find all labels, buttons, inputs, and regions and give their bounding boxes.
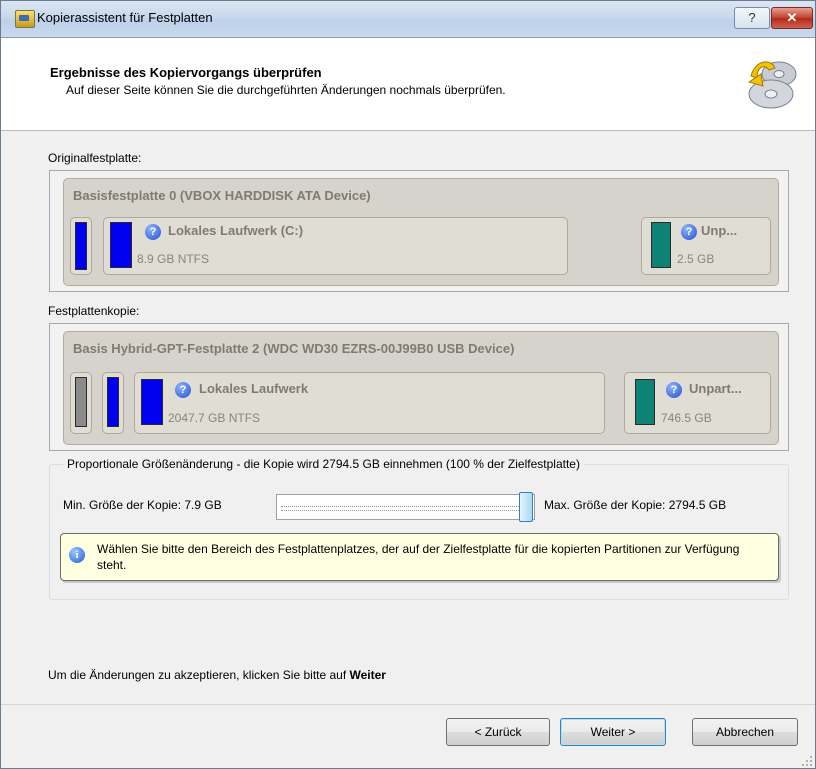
original-disk-label: Originalfestplatte: (48, 151, 142, 165)
window-title: Kopierassistent für Festplatten (37, 10, 213, 25)
partition-name: Unpart... (689, 381, 742, 396)
help-icon: ? (666, 382, 682, 398)
partition-color-swatch (635, 379, 655, 425)
title-bar[interactable]: Kopierassistent für Festplatten ? ✕ (1, 1, 815, 38)
partition-color-swatch (651, 222, 671, 268)
min-size-label: Min. Größe der Kopie: 7.9 GB (63, 498, 222, 512)
next-button[interactable]: Weiter > (560, 718, 666, 746)
close-button[interactable]: ✕ (771, 7, 813, 29)
accept-instruction: Um die Änderungen zu akzeptieren, klicke… (48, 668, 386, 682)
partition-name: Lokales Laufwerk (199, 381, 309, 396)
original-disk-map[interactable]: Basisfestplatte 0 (VBOX HARDDISK ATA Dev… (63, 178, 779, 286)
copy-disk-panel: Basis Hybrid-GPT-Festplatte 2 (WDC WD30 … (49, 323, 789, 451)
info-box: i Wählen Sie bitte den Bereich des Festp… (60, 533, 779, 581)
copy-disk-label: Festplattenkopie: (48, 304, 140, 318)
accept-bold-word: Weiter (349, 668, 386, 682)
size-slider-thumb[interactable] (519, 492, 533, 522)
partition-name: Unp... (701, 223, 738, 238)
original-partition-c[interactable]: ? Lokales Laufwerk (C:) 8.9 GB NTFS (103, 217, 568, 275)
partition-size: 2047.7 GB NTFS (168, 411, 261, 425)
partition-color-swatch (141, 379, 163, 425)
original-partition-unallocated[interactable]: ? Unp... 2.5 GB (641, 217, 771, 275)
help-icon: ? (175, 382, 191, 398)
disk-copy-icon (747, 61, 797, 109)
copy-partition-small[interactable] (102, 372, 124, 434)
partition-color-swatch (110, 222, 132, 268)
help-icon: ? (681, 224, 697, 240)
resize-group-label: Proportionale Größenänderung - die Kopie… (63, 457, 584, 471)
back-button[interactable]: < Zurück (446, 718, 550, 746)
partition-name: Lokales Laufwerk (C:) (168, 223, 304, 238)
cancel-button[interactable]: Abbrechen (692, 718, 798, 746)
back-button-label: < Zurück (474, 725, 522, 739)
partition-color-swatch (75, 222, 87, 270)
next-button-label: Weiter > (590, 725, 636, 739)
partition-size: 746.5 GB (661, 411, 712, 425)
wizard-window: Kopierassistent für Festplatten ? ✕ Erge… (0, 0, 816, 769)
partition-color-swatch (75, 377, 87, 427)
partition-size: 8.9 GB NTFS (137, 252, 210, 266)
wizard-header: Ergebnisse des Kopiervorgangs überprüfen… (1, 38, 815, 131)
partition-color-swatch (107, 377, 119, 427)
footer-divider (1, 704, 815, 705)
size-slider-track[interactable] (276, 494, 535, 520)
original-disk-panel: Basisfestplatte 0 (VBOX HARDDISK ATA Dev… (49, 170, 789, 292)
copy-partition-local[interactable]: ? Lokales Laufwerk 2047.7 GB NTFS (134, 372, 605, 434)
copy-partition-reserved[interactable] (70, 372, 92, 434)
max-size-label: Max. Größe der Kopie: 2794.5 GB (544, 498, 727, 512)
copy-partition-unallocated[interactable]: ? Unpart... 746.5 GB (624, 372, 771, 434)
slider-line (281, 506, 519, 511)
info-text: Wählen Sie bitte den Bereich des Festpla… (97, 542, 740, 572)
help-icon: ? (145, 224, 161, 240)
original-disk-title: Basisfestplatte 0 (VBOX HARDDISK ATA Dev… (73, 188, 371, 203)
page-title: Ergebnisse des Kopiervorgangs überprüfen (50, 65, 322, 80)
accept-text: Um die Änderungen zu akzeptieren, klicke… (48, 668, 350, 682)
copy-disk-title: Basis Hybrid-GPT-Festplatte 2 (WDC WD30 … (73, 341, 515, 356)
info-icon: i (69, 547, 85, 563)
copy-disk-map[interactable]: Basis Hybrid-GPT-Festplatte 2 (WDC WD30 … (63, 331, 779, 445)
original-partition-small[interactable] (70, 217, 92, 275)
page-subtitle: Auf dieser Seite können Sie die durchgef… (66, 83, 506, 97)
cancel-button-label: Abbrechen (715, 725, 775, 739)
help-button[interactable]: ? (734, 7, 770, 29)
partition-size: 2.5 GB (677, 252, 715, 266)
app-icon (15, 10, 35, 28)
resize-grip-icon[interactable] (801, 755, 813, 767)
